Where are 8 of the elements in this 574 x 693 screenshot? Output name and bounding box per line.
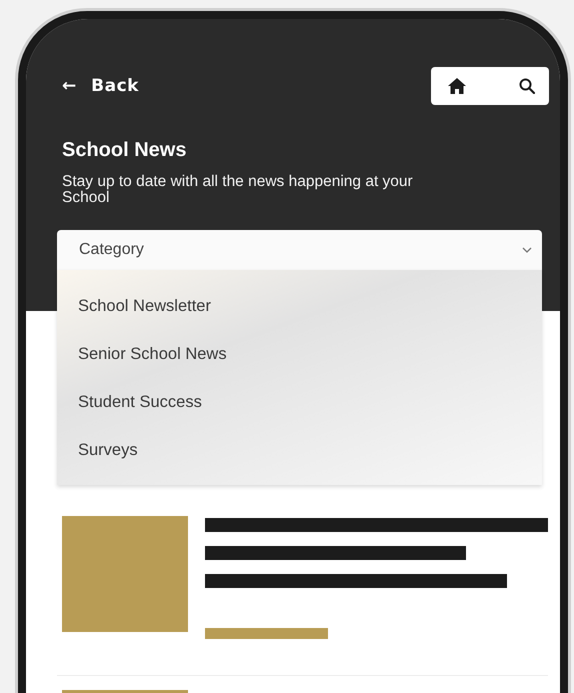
menu-item[interactable]: Surveys bbox=[57, 438, 542, 486]
category-dropdown[interactable]: Category bbox=[57, 230, 542, 270]
back-button[interactable]: ← Back bbox=[62, 76, 139, 96]
menu-item[interactable]: School Newsletter bbox=[57, 294, 542, 342]
menu-item[interactable]: Senior School News bbox=[57, 342, 542, 390]
menu-item[interactable]: Student Success bbox=[57, 390, 542, 438]
page-subtitle: Stay up to date with all the news happening at your School bbox=[62, 174, 414, 206]
page-title: School News bbox=[62, 139, 188, 162]
